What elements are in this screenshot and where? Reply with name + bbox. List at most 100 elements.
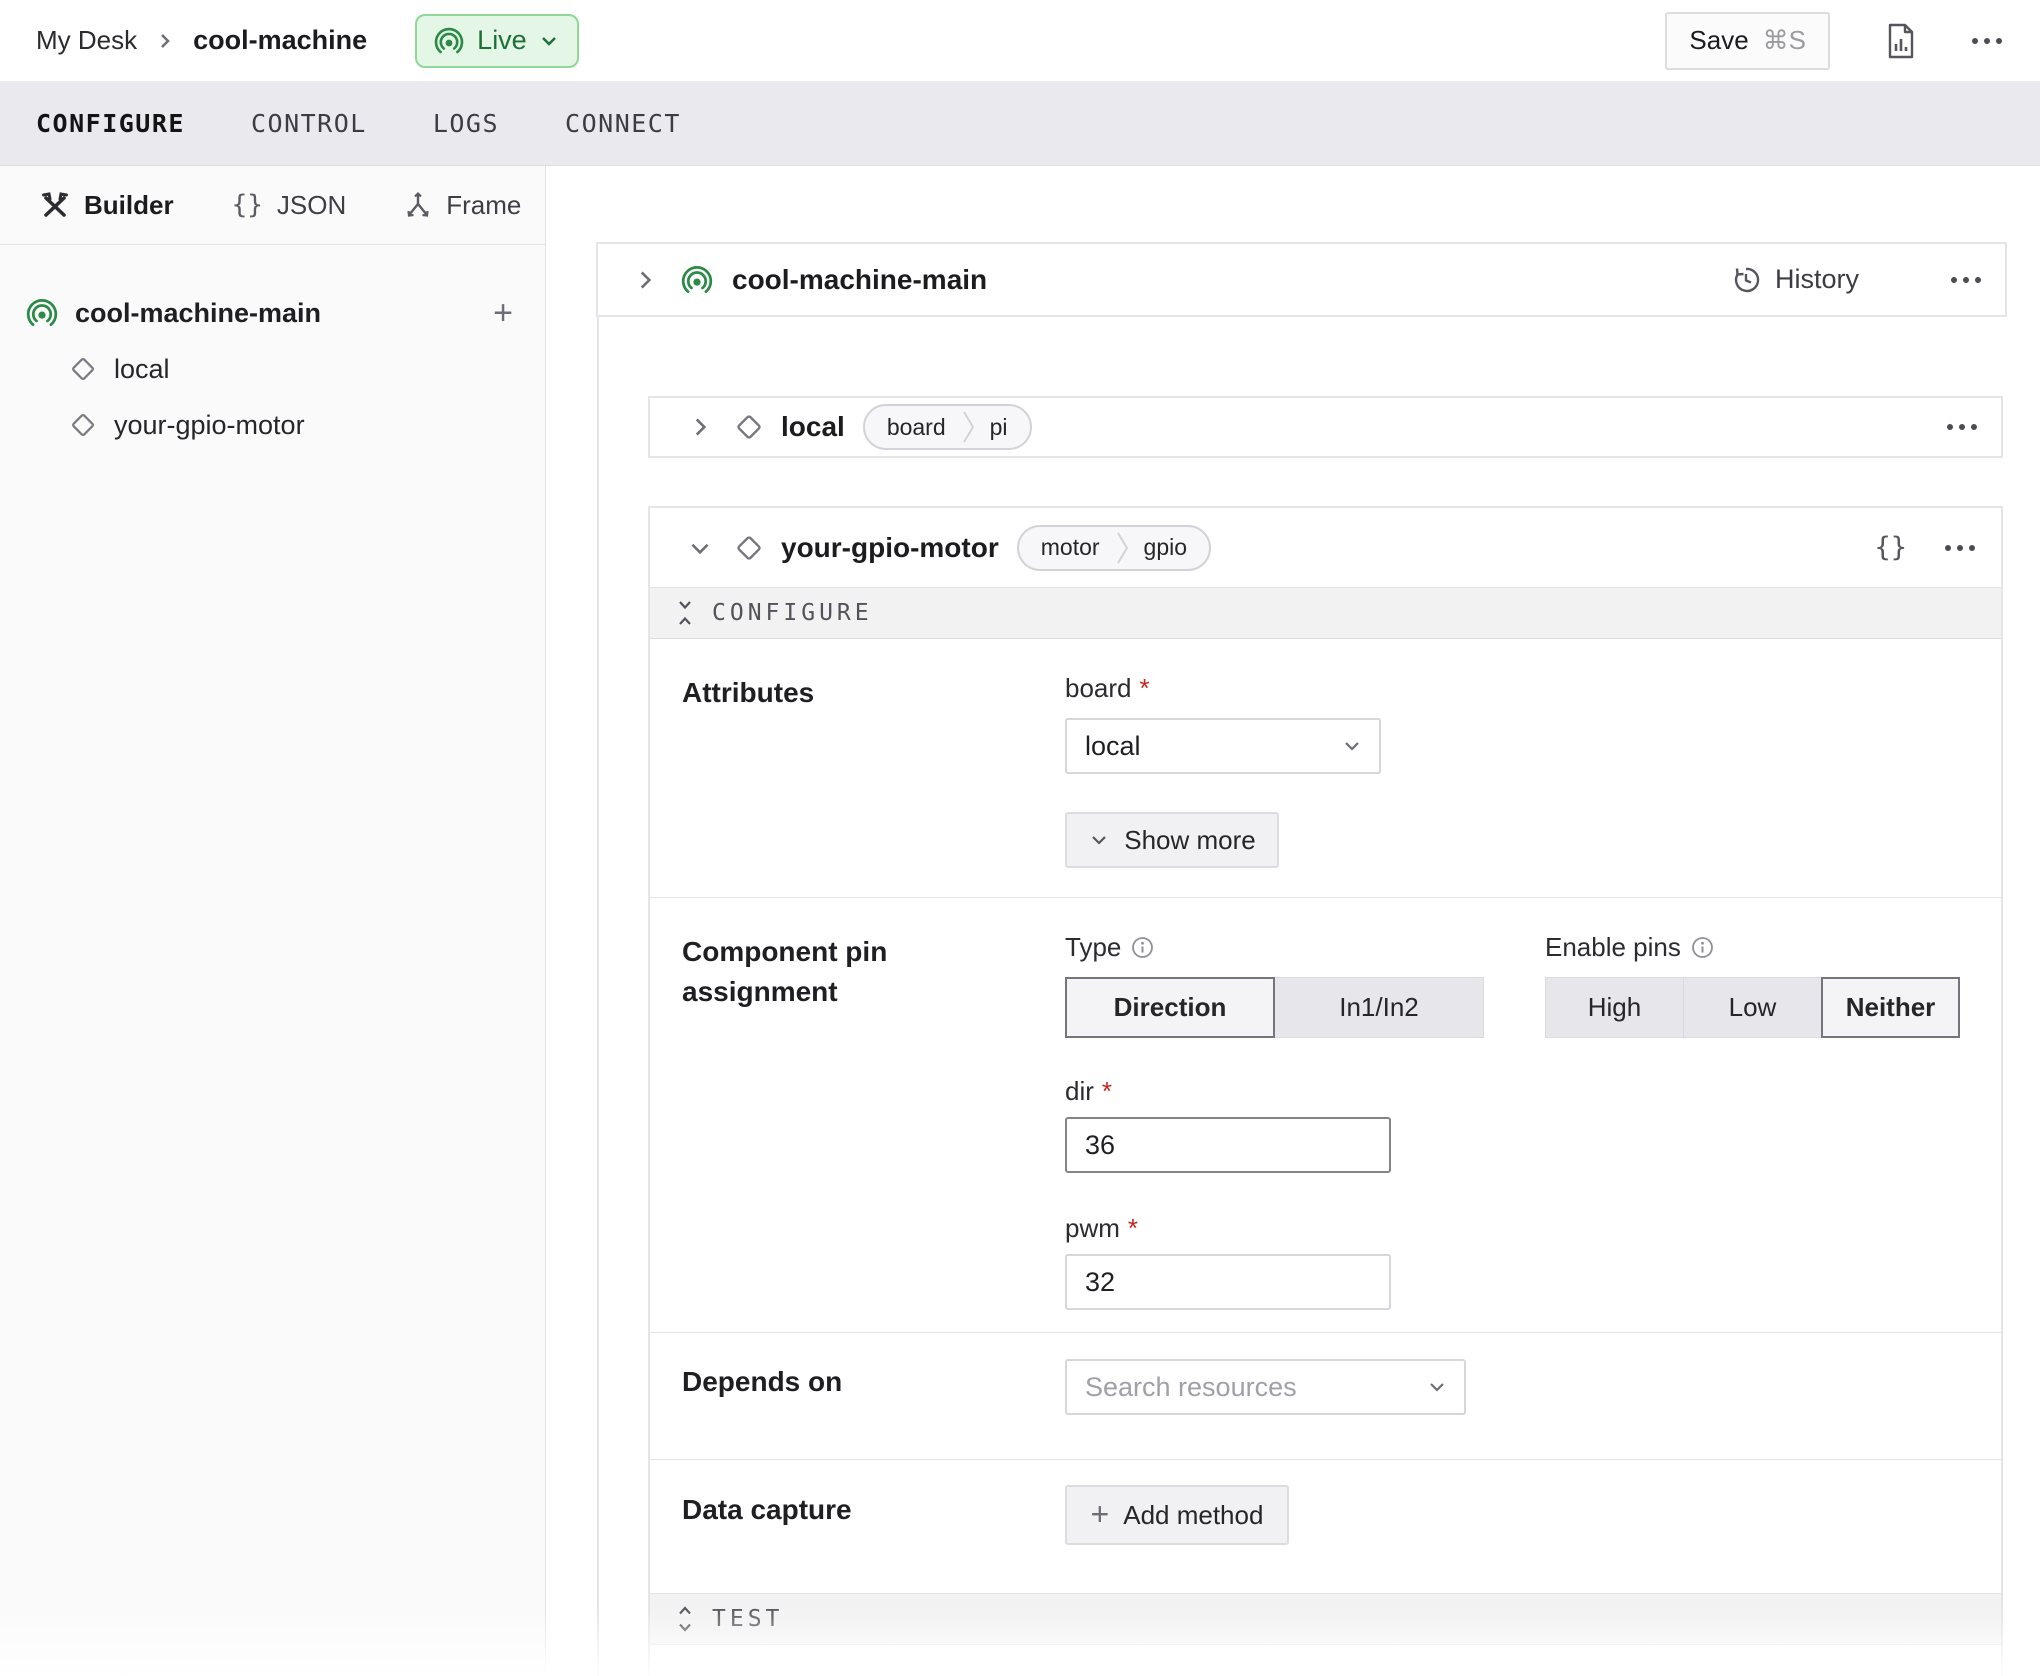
dir-pin-input[interactable]	[1065, 1117, 1391, 1173]
data-capture-row: Data capture + Add method	[650, 1460, 2001, 1593]
chevron-down-icon	[1341, 735, 1363, 757]
save-shortcut: ⌘S	[1763, 25, 1806, 56]
machine-card: cool-machine-main History	[596, 242, 2007, 317]
ellipsis-icon	[1945, 545, 1975, 551]
show-more-button[interactable]: Show more	[1065, 812, 1279, 868]
depends-on-section-label: Depends on	[650, 1333, 1065, 1459]
expand-machine-card-button[interactable]	[632, 267, 658, 293]
ellipsis-icon	[1947, 424, 1977, 430]
view-builder-label: Builder	[84, 190, 174, 221]
document-chart-icon	[1886, 23, 1916, 59]
tab-control[interactable]: CONTROL	[251, 109, 367, 138]
save-label: Save	[1689, 25, 1748, 56]
machine-report-button[interactable]	[1886, 23, 1916, 59]
board-field-label: board *	[1065, 673, 2001, 704]
test-section-header[interactable]: TEST	[650, 1593, 2001, 1645]
broadcast-icon	[25, 296, 59, 330]
configure-section-header[interactable]: CONFIGURE	[650, 587, 2001, 639]
add-resource-button[interactable]: +	[493, 296, 513, 330]
enable-option-neither[interactable]: Neither	[1821, 977, 1960, 1038]
configure-sidebar: Builder {} JSON Frame	[0, 166, 546, 1676]
pwm-field-label: pwm *	[1065, 1213, 2001, 1244]
view-builder[interactable]: Builder	[40, 190, 174, 221]
enable-option-high[interactable]: High	[1545, 977, 1684, 1038]
breadcrumb: My Desk cool-machine	[36, 25, 367, 56]
save-button[interactable]: Save ⌘S	[1665, 12, 1830, 70]
tree-item-machine[interactable]: cool-machine-main +	[0, 285, 545, 341]
configure-band-label: CONFIGURE	[712, 600, 873, 626]
frame-axes-icon	[404, 191, 432, 219]
top-bar: My Desk cool-machine Live Save ⌘S	[0, 0, 2040, 81]
pin-assignment-row: Component pin assignment Type	[650, 898, 2001, 1333]
enable-pins-toggle-group: Enable pins High Low	[1545, 932, 1960, 1038]
local-board-card: local board pi	[648, 396, 2003, 458]
badge-subtype: motor	[1019, 534, 1116, 561]
tab-connect[interactable]: CONNECT	[565, 109, 681, 138]
tab-configure[interactable]: CONFIGURE	[36, 109, 185, 138]
topbar-overflow-menu-button[interactable]	[1972, 38, 2002, 44]
board-select[interactable]: local	[1065, 718, 1381, 774]
diamond-icon	[733, 411, 765, 443]
motor-card-title: your-gpio-motor	[781, 532, 999, 564]
badge-subtype: board	[865, 414, 962, 441]
info-icon[interactable]	[1691, 936, 1714, 959]
braces-icon: {}	[232, 190, 263, 220]
tools-icon	[40, 190, 70, 220]
chevron-right-icon	[155, 31, 175, 51]
resource-tree: cool-machine-main + local your-gpio-moto…	[0, 245, 545, 453]
machine-tabs: CONFIGURE CONTROL LOGS CONNECT	[0, 81, 2040, 166]
machine-status-badge[interactable]: Live	[415, 14, 579, 68]
chevron-down-icon	[539, 31, 559, 51]
view-json-label: JSON	[277, 190, 346, 221]
pwm-pin-input[interactable]	[1065, 1254, 1391, 1310]
local-card-menu-button[interactable]	[1947, 424, 1977, 430]
type-option-direction[interactable]: Direction	[1065, 977, 1275, 1038]
show-more-label: Show more	[1124, 825, 1256, 856]
info-icon[interactable]	[1131, 936, 1154, 959]
tab-logs[interactable]: LOGS	[433, 109, 499, 138]
local-card-title: local	[781, 411, 845, 443]
view-json[interactable]: {} JSON	[232, 190, 347, 221]
tree-item-local[interactable]: local	[0, 341, 545, 397]
collapse-section-icon	[676, 598, 694, 628]
required-asterisk: *	[1102, 1076, 1112, 1107]
depends-on-select[interactable]: Search resources	[1065, 1359, 1466, 1415]
view-switcher: Builder {} JSON Frame	[0, 166, 545, 245]
motor-card-menu-button[interactable]	[1945, 545, 1975, 551]
history-button[interactable]: History	[1731, 264, 1859, 295]
expand-local-card-button[interactable]	[687, 414, 713, 440]
required-asterisk: *	[1140, 673, 1150, 704]
enable-option-low[interactable]: Low	[1683, 977, 1822, 1038]
status-label: Live	[477, 25, 527, 56]
attributes-row: Attributes board * local Show more	[650, 639, 2001, 898]
ellipsis-icon	[1972, 38, 2002, 44]
tree-connector-line	[597, 317, 599, 1676]
test-band-label: TEST	[712, 1606, 783, 1632]
gpio-motor-card: your-gpio-motor motor gpio {} CONF	[648, 506, 2003, 1676]
add-method-button[interactable]: + Add method	[1065, 1485, 1289, 1545]
pin-assignment-section-label: Component pin assignment	[650, 898, 1065, 1332]
dir-field-label: dir *	[1065, 1076, 2001, 1107]
enable-pins-label: Enable pins	[1545, 932, 1960, 963]
chevron-down-icon	[1088, 829, 1110, 851]
configure-main-panel: cool-machine-main History local board	[547, 166, 2040, 1676]
breadcrumb-root[interactable]: My Desk	[36, 25, 137, 56]
add-method-label: Add method	[1123, 1500, 1263, 1531]
edit-json-icon[interactable]: {}	[1874, 532, 1907, 563]
tree-item-your-gpio-motor[interactable]: your-gpio-motor	[0, 397, 545, 453]
badge-model: gpio	[1130, 534, 1209, 561]
required-asterisk: *	[1128, 1213, 1138, 1244]
resource-type-badge: board pi	[863, 404, 1032, 450]
diamond-icon	[733, 532, 765, 564]
plus-icon: +	[1091, 1498, 1110, 1530]
expand-section-icon	[676, 1604, 694, 1634]
breadcrumb-current: cool-machine	[193, 25, 367, 56]
machine-card-menu-button[interactable]	[1905, 277, 1981, 283]
tree-item-label: your-gpio-motor	[114, 410, 305, 441]
type-option-in1in2[interactable]: In1/In2	[1274, 977, 1484, 1038]
type-toggle-group: Type Direction In1/In2	[1065, 932, 1484, 1038]
motor-card-header: your-gpio-motor motor gpio {}	[650, 508, 2001, 587]
collapse-motor-card-button[interactable]	[687, 535, 713, 561]
view-frame[interactable]: Frame	[404, 190, 521, 221]
depends-on-placeholder: Search resources	[1085, 1372, 1426, 1403]
